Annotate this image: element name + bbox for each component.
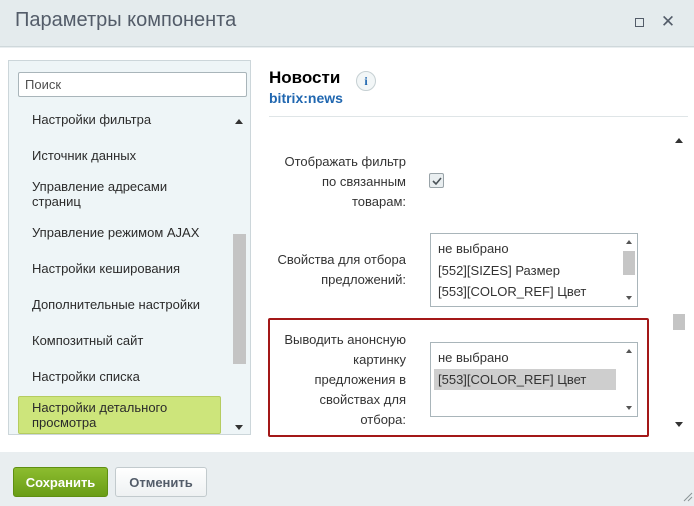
checkmark-icon [432,177,442,186]
offer-props-option[interactable]: [552][SIZES] Размер [434,260,564,281]
search-input[interactable] [18,72,247,97]
close-icon[interactable]: ✕ [660,13,676,31]
sidebar-item-caching[interactable]: Настройки кеширования [18,261,221,276]
scroll-up-icon[interactable] [626,349,632,353]
scroll-up-icon[interactable] [675,138,683,143]
offer-props-option[interactable]: [553][COLOR_REF] Цвет [434,281,590,302]
sidebar-item-filter-settings[interactable]: Настройки фильтра [18,112,221,127]
sidebar-item-detail-view[interactable]: Настройки детального просмотра [18,396,221,434]
scroll-up-icon[interactable] [235,119,243,124]
preview-picture-option[interactable]: не выбрано [434,347,513,368]
title-bar: Параметры компонента ✕ [0,0,694,47]
scroll-down-icon[interactable] [626,296,632,300]
dialog-content: Настройки фильтра Источник данных Управл… [0,48,694,452]
sidebar-scrollbar[interactable] [233,115,247,435]
filter-by-products-label: Отображать фильтр по связанным товарам: [284,154,406,209]
scroll-thumb[interactable] [233,234,246,364]
cancel-button[interactable]: Отменить [115,467,207,497]
resize-grip-icon[interactable] [681,490,693,502]
preview-picture-scrollbar[interactable] [622,343,637,416]
scroll-down-icon[interactable] [235,425,243,430]
offer-props-label: Свойства для отбора предложений: [277,252,406,287]
sidebar-item-data-source[interactable]: Источник данных [18,148,221,163]
filter-by-products-checkbox[interactable] [429,173,444,188]
offer-props-scrollbar[interactable] [622,234,637,306]
maximize-icon[interactable] [634,16,646,28]
preview-picture-select[interactable]: не выбрано [553][COLOR_REF] Цвет [430,342,638,417]
params-scrollbar[interactable] [672,136,686,436]
sidebar-item-list-settings[interactable]: Настройки списка [18,369,221,384]
scroll-up-icon[interactable] [626,240,632,244]
footer: Сохранить Отменить [0,452,694,506]
divider [269,116,688,117]
sidebar-nav-list: Настройки фильтра Источник данных Управл… [18,109,223,434]
sidebar: Настройки фильтра Источник данных Управл… [8,60,251,435]
save-button[interactable]: Сохранить [13,467,108,497]
info-icon[interactable]: i [356,71,376,91]
offer-props-select[interactable]: не выбрано [552][SIZES] Размер [553][COL… [430,233,638,307]
sidebar-item-page-addresses[interactable]: Управление адресами страниц [18,179,221,209]
preview-picture-option-selected[interactable]: [553][COLOR_REF] Цвет [434,369,616,390]
scroll-thumb[interactable] [673,314,685,330]
preview-picture-label: Выводить анонсную картинку предложения в… [284,332,406,427]
offer-props-option[interactable]: не выбрано [434,238,513,259]
sidebar-item-composite[interactable]: Композитный сайт [18,333,221,348]
sidebar-item-ajax[interactable]: Управление режимом AJAX [18,225,221,240]
scroll-down-icon[interactable] [626,406,632,410]
scroll-thumb[interactable] [623,251,635,275]
window-title: Параметры компонента [15,9,237,31]
sidebar-item-additional[interactable]: Дополнительные настройки [18,297,221,312]
scroll-down-icon[interactable] [675,422,683,427]
component-code: bitrix:news [269,90,343,106]
component-title: Новости [269,68,341,87]
